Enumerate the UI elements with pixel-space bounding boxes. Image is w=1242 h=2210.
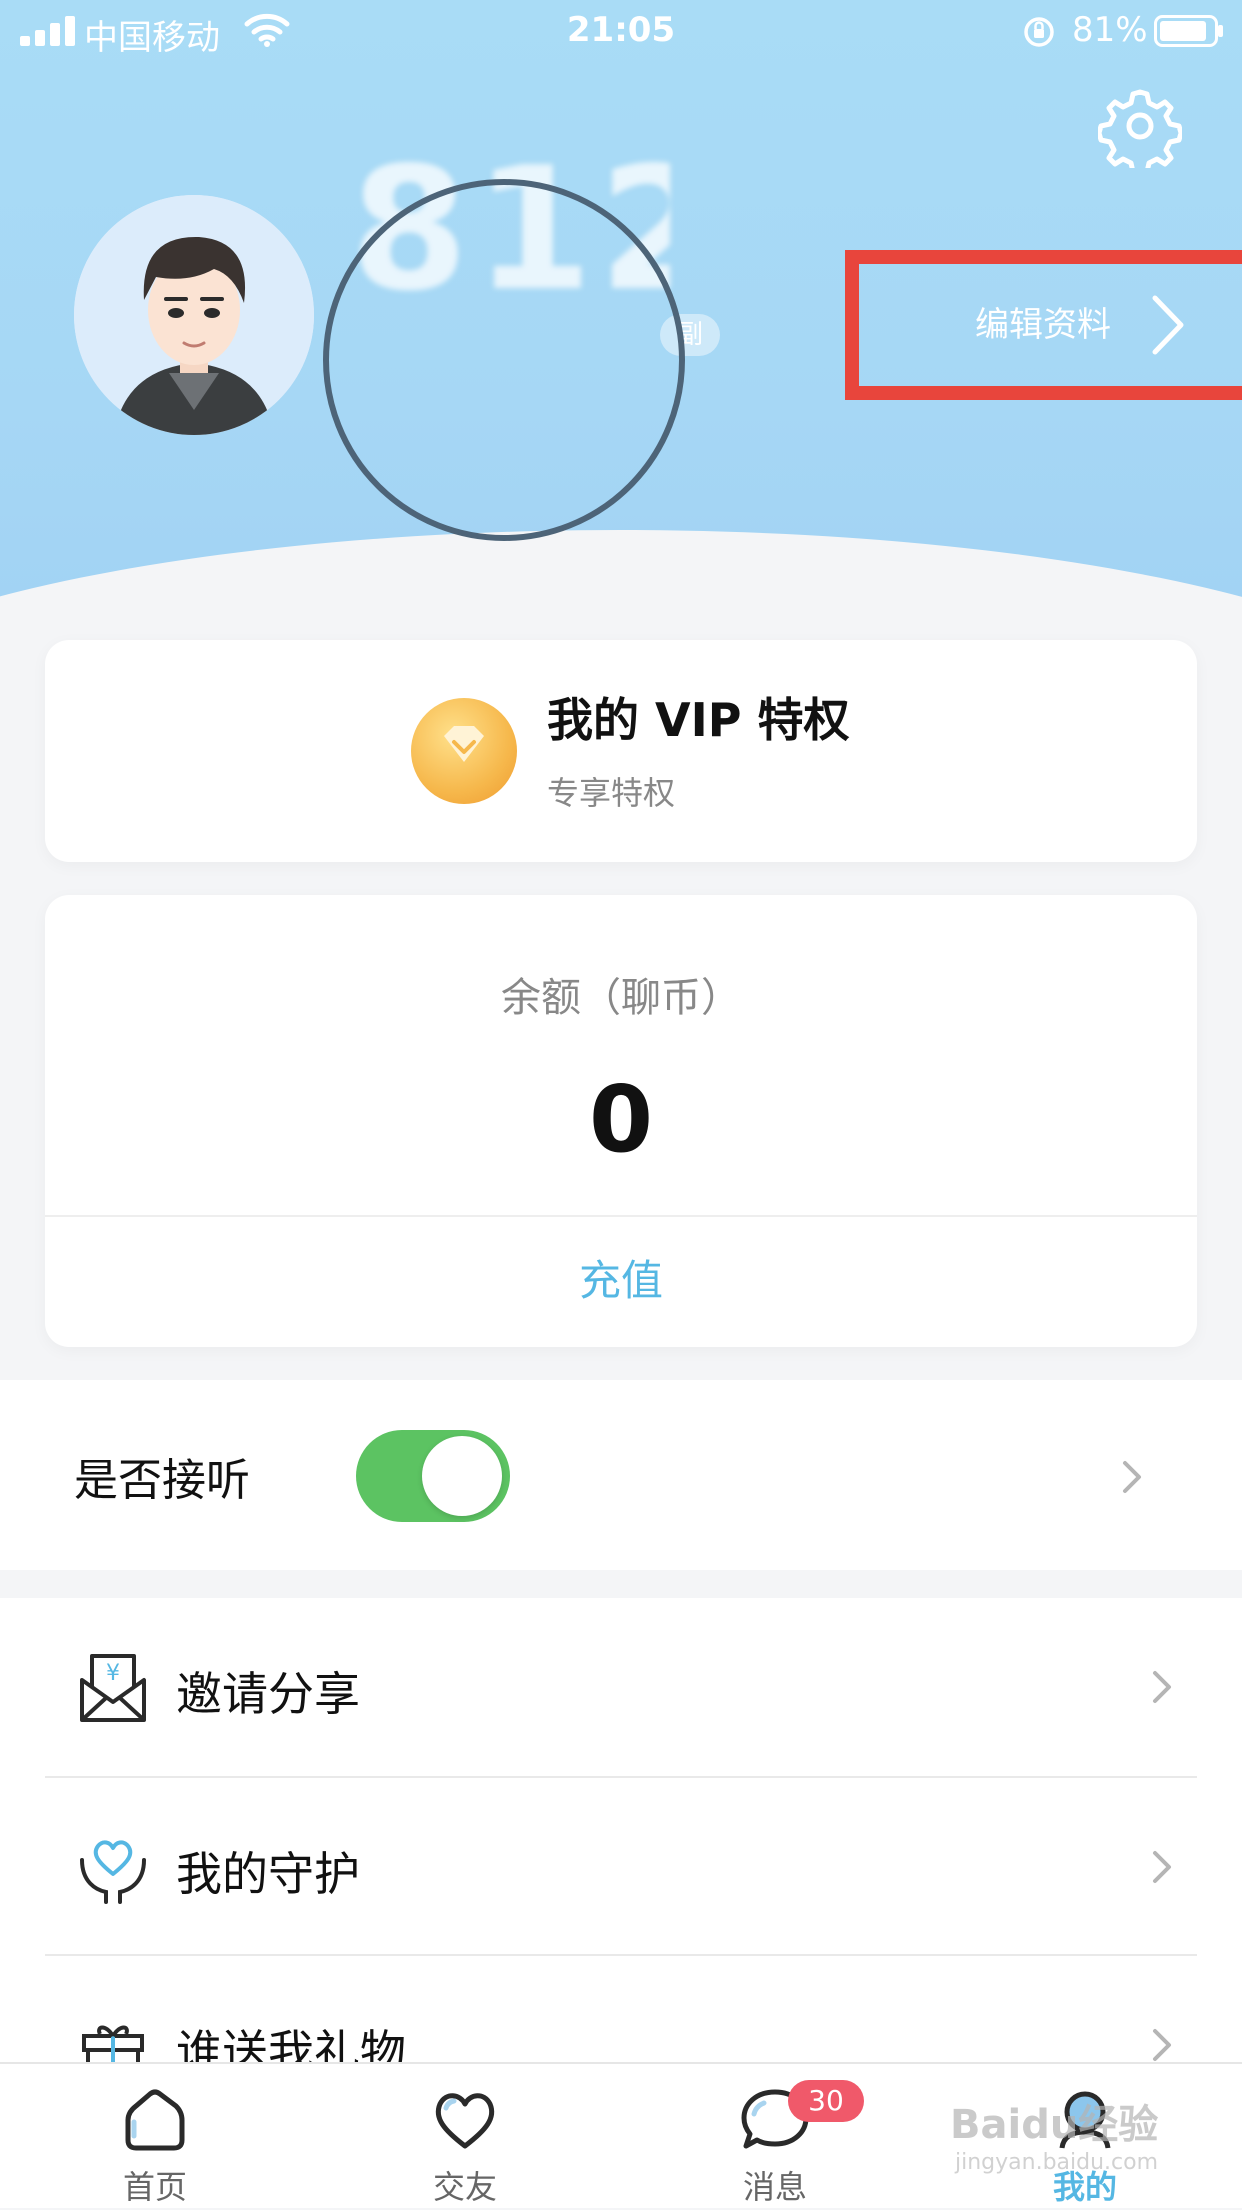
rotation-lock-icon	[1024, 17, 1054, 47]
avatar[interactable]	[74, 195, 314, 435]
tab-home[interactable]: 首页	[0, 2064, 310, 2210]
svg-text:¥: ¥	[106, 1661, 120, 1686]
toggle-knob	[422, 1436, 502, 1516]
gear-icon[interactable]	[1098, 84, 1182, 168]
chevron-right-icon	[1123, 1461, 1141, 1493]
unread-count-badge: 30	[788, 2080, 864, 2122]
highlight-circle	[323, 179, 685, 541]
chevron-right-icon	[1153, 1851, 1171, 1883]
balance-value: 0	[588, 1066, 653, 1173]
vip-diamond-icon	[411, 698, 517, 804]
answer-calls-label: 是否接听	[74, 1455, 250, 1506]
menu-item-my-guardian[interactable]: 我的守护	[0, 1778, 1242, 1956]
menu-item-label: 我的守护	[176, 1847, 360, 1901]
tab-label: 交友	[432, 2168, 497, 2206]
tab-label: 首页	[122, 2168, 187, 2206]
balance-card: 余额（聊币） 0 充值	[45, 895, 1197, 1347]
vip-privileges-card[interactable]: 我的 VIP 特权 专享特权	[45, 640, 1197, 862]
tab-friends[interactable]: 交友	[310, 2064, 620, 2210]
menu-item-label: 邀请分享	[176, 1667, 360, 1721]
recharge-button[interactable]: 充值	[45, 1217, 1197, 1347]
invite-envelope-icon: ¥	[80, 1654, 146, 1722]
chevron-right-icon	[1153, 2029, 1171, 2061]
guardian-heart-icon	[80, 1840, 146, 1904]
avatar-illustration	[74, 195, 314, 435]
home-icon	[125, 2089, 185, 2151]
tab-messages[interactable]: 30 消息	[620, 2064, 930, 2210]
edit-profile-label: 编辑资料	[975, 305, 1111, 345]
balance-label: 余额（聊币）	[501, 975, 741, 1021]
heart-icon	[435, 2093, 495, 2149]
baidu-watermark-url: jingyan.baidu.com	[955, 2150, 1159, 2175]
vip-title: 我的 VIP 特权	[547, 693, 850, 747]
battery-icon	[1154, 15, 1223, 47]
edit-profile-button[interactable]: 编辑资料	[845, 250, 1242, 400]
menu-list: ¥ 邀请分享 我的守护 谁送我礼物	[0, 1598, 1242, 2098]
vip-subtitle: 专享特权	[547, 774, 676, 812]
chevron-right-icon	[1152, 295, 1184, 355]
menu-item-invite-share[interactable]: ¥ 邀请分享	[0, 1598, 1242, 1776]
chevron-right-icon	[1153, 1671, 1171, 1703]
answer-calls-toggle[interactable]	[356, 1430, 510, 1522]
battery-percent: 81%	[1072, 10, 1148, 50]
answer-calls-row[interactable]: 是否接听	[0, 1380, 1242, 1570]
tab-label: 消息	[742, 2168, 807, 2206]
